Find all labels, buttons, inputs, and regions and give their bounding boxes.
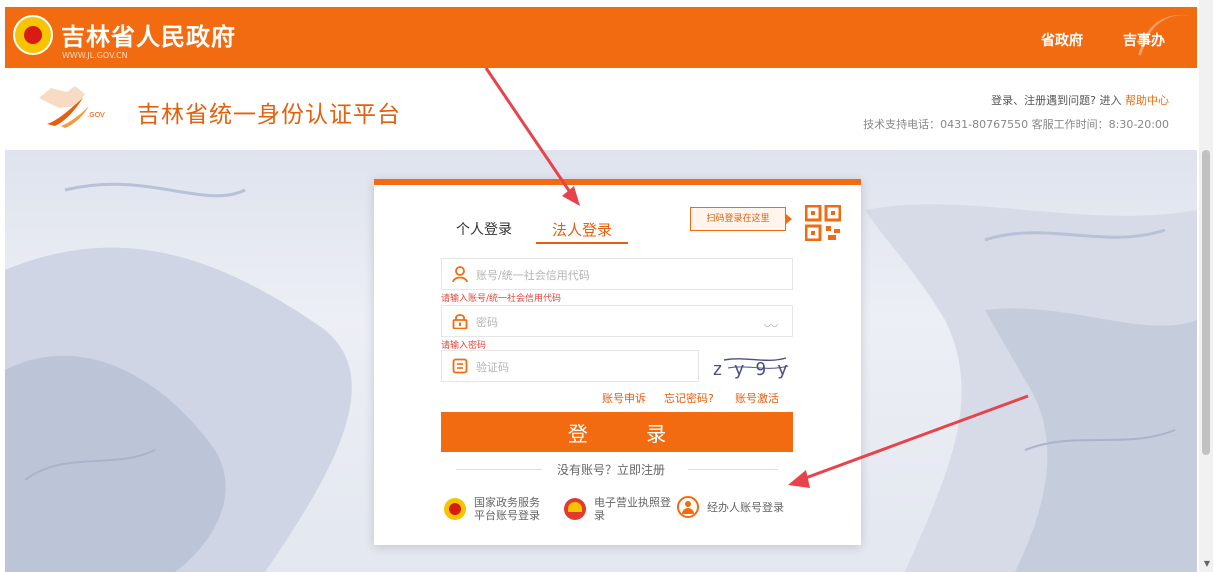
business-license-login[interactable]: 电子营业执照登 录 bbox=[564, 496, 671, 522]
gov-logo-icon: .GOV bbox=[39, 86, 105, 128]
nav-provincial-government[interactable]: 省政府 bbox=[1041, 30, 1083, 50]
svg-text:.GOV: .GOV bbox=[87, 111, 105, 119]
help-center-link[interactable]: 帮助中心 bbox=[1125, 94, 1169, 107]
platform-header: .GOV 吉林省统一身份认证平台 登录、注册遇到问题? 进入 帮助中心 技术支持… bbox=[5, 68, 1197, 150]
leaf-decoration-icon bbox=[1137, 3, 1194, 69]
account-field bbox=[441, 258, 793, 291]
business-license-login-label: 电子营业执照登 录 bbox=[594, 496, 671, 522]
account-appeal-link[interactable]: 账号申诉 bbox=[602, 390, 646, 406]
qr-code-icon[interactable] bbox=[805, 205, 841, 241]
national-gov-service-login-label: 国家政务服务 平台账号登录 bbox=[474, 496, 540, 522]
login-button[interactable]: 登 录 bbox=[441, 412, 793, 452]
support-info: 技术支持电话：0431-80767550 客服工作时间：8:30-20:00 bbox=[863, 118, 1169, 131]
qr-login-tip[interactable]: 扫码登录在这里 bbox=[690, 207, 792, 231]
help-line: 登录、注册遇到问题? 进入 帮助中心 bbox=[991, 92, 1169, 108]
divider-right bbox=[688, 469, 778, 470]
agent-user-icon bbox=[677, 496, 699, 518]
lock-icon bbox=[452, 314, 468, 329]
page-scrollbar[interactable]: ▼ bbox=[1199, 0, 1213, 572]
top-bar: 吉林省人民政府 WWW.JL.GOV.CN 省政府 吉事办 bbox=[5, 3, 1197, 69]
captcha-icon bbox=[452, 358, 468, 374]
active-tab-indicator bbox=[536, 242, 628, 244]
account-input[interactable] bbox=[474, 259, 768, 291]
platform-title: 吉林省统一身份认证平台 bbox=[137, 102, 401, 128]
divider-left bbox=[456, 469, 542, 470]
help-prefix: 登录、注册遇到问题? 进入 bbox=[991, 94, 1122, 107]
password-field: ◡◡ bbox=[441, 305, 793, 338]
national-emblem-icon bbox=[13, 15, 53, 55]
forgot-password-link[interactable]: 忘记密码? bbox=[664, 390, 714, 406]
business-license-icon bbox=[564, 498, 586, 520]
svg-text:z y 9 y: z y 9 y bbox=[712, 359, 788, 380]
site-title[interactable]: 吉林省人民政府 bbox=[61, 17, 236, 52]
hide-password-icon[interactable]: ◡◡ bbox=[764, 319, 778, 328]
password-input[interactable] bbox=[474, 306, 768, 338]
scroll-down-arrow-icon[interactable]: ▼ bbox=[1204, 559, 1210, 568]
user-icon bbox=[452, 266, 468, 282]
captcha-image[interactable]: z y 9 y bbox=[706, 350, 790, 382]
national-emblem-icon bbox=[444, 498, 466, 520]
account-error: 请输入账号/统一社会信用代码 bbox=[441, 294, 562, 304]
tab-legal-person-login[interactable]: 法人登录 bbox=[552, 219, 612, 240]
national-gov-service-login[interactable]: 国家政务服务 平台账号登录 bbox=[444, 496, 540, 522]
login-card: 个人登录 法人登录 扫码登录在这里 请输入账号/统一社会信用代码 ◡◡ 请输入密… bbox=[374, 179, 861, 545]
tab-personal-login[interactable]: 个人登录 bbox=[456, 219, 512, 239]
register-link[interactable]: 没有账号？立即注册 bbox=[557, 461, 665, 478]
site-url: WWW.JL.GOV.CN bbox=[62, 51, 128, 60]
agent-account-login-label: 经办人账号登录 bbox=[707, 500, 784, 514]
register-row: 没有账号？立即注册 bbox=[456, 460, 778, 480]
captcha-field bbox=[441, 350, 768, 383]
scrollbar-thumb[interactable] bbox=[1202, 150, 1210, 455]
account-activate-link[interactable]: 账号激活 bbox=[735, 390, 779, 406]
agent-account-login[interactable]: 经办人账号登录 bbox=[677, 496, 784, 518]
